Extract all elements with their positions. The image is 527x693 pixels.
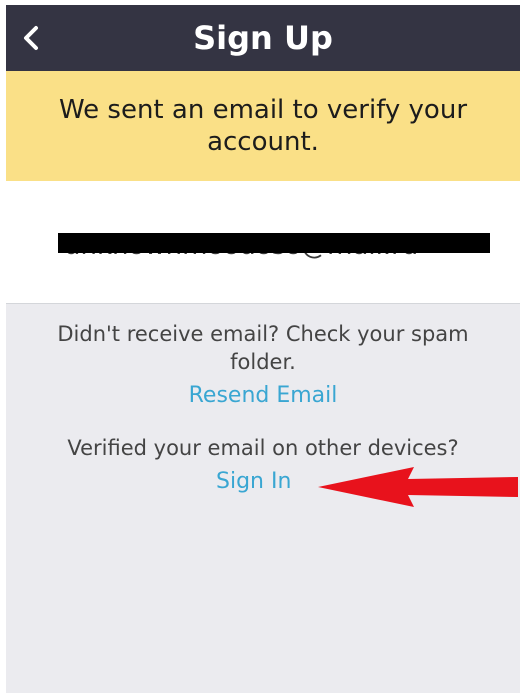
email-display-area: unknownmoodoso@mail.ru bbox=[6, 181, 520, 303]
sign-in-link[interactable]: Sign In bbox=[216, 468, 291, 496]
verification-notice-banner: We sent an email to verify your account. bbox=[6, 71, 520, 181]
verified-elsewhere-hint: Verified your email on other devices? bbox=[67, 436, 459, 460]
no-email-hint: Didn't receive email? Check your spam fo… bbox=[57, 322, 469, 374]
redaction-bar bbox=[58, 233, 490, 253]
verification-notice-text: We sent an email to verify your account. bbox=[58, 95, 468, 157]
page-title: Sign Up bbox=[193, 19, 333, 57]
resend-email-link[interactable]: Resend Email bbox=[6, 382, 520, 410]
red-arrow-left-icon bbox=[318, 467, 518, 507]
app-header: Sign Up bbox=[6, 5, 520, 71]
signup-screen: Sign Up We sent an email to verify your … bbox=[6, 5, 520, 693]
